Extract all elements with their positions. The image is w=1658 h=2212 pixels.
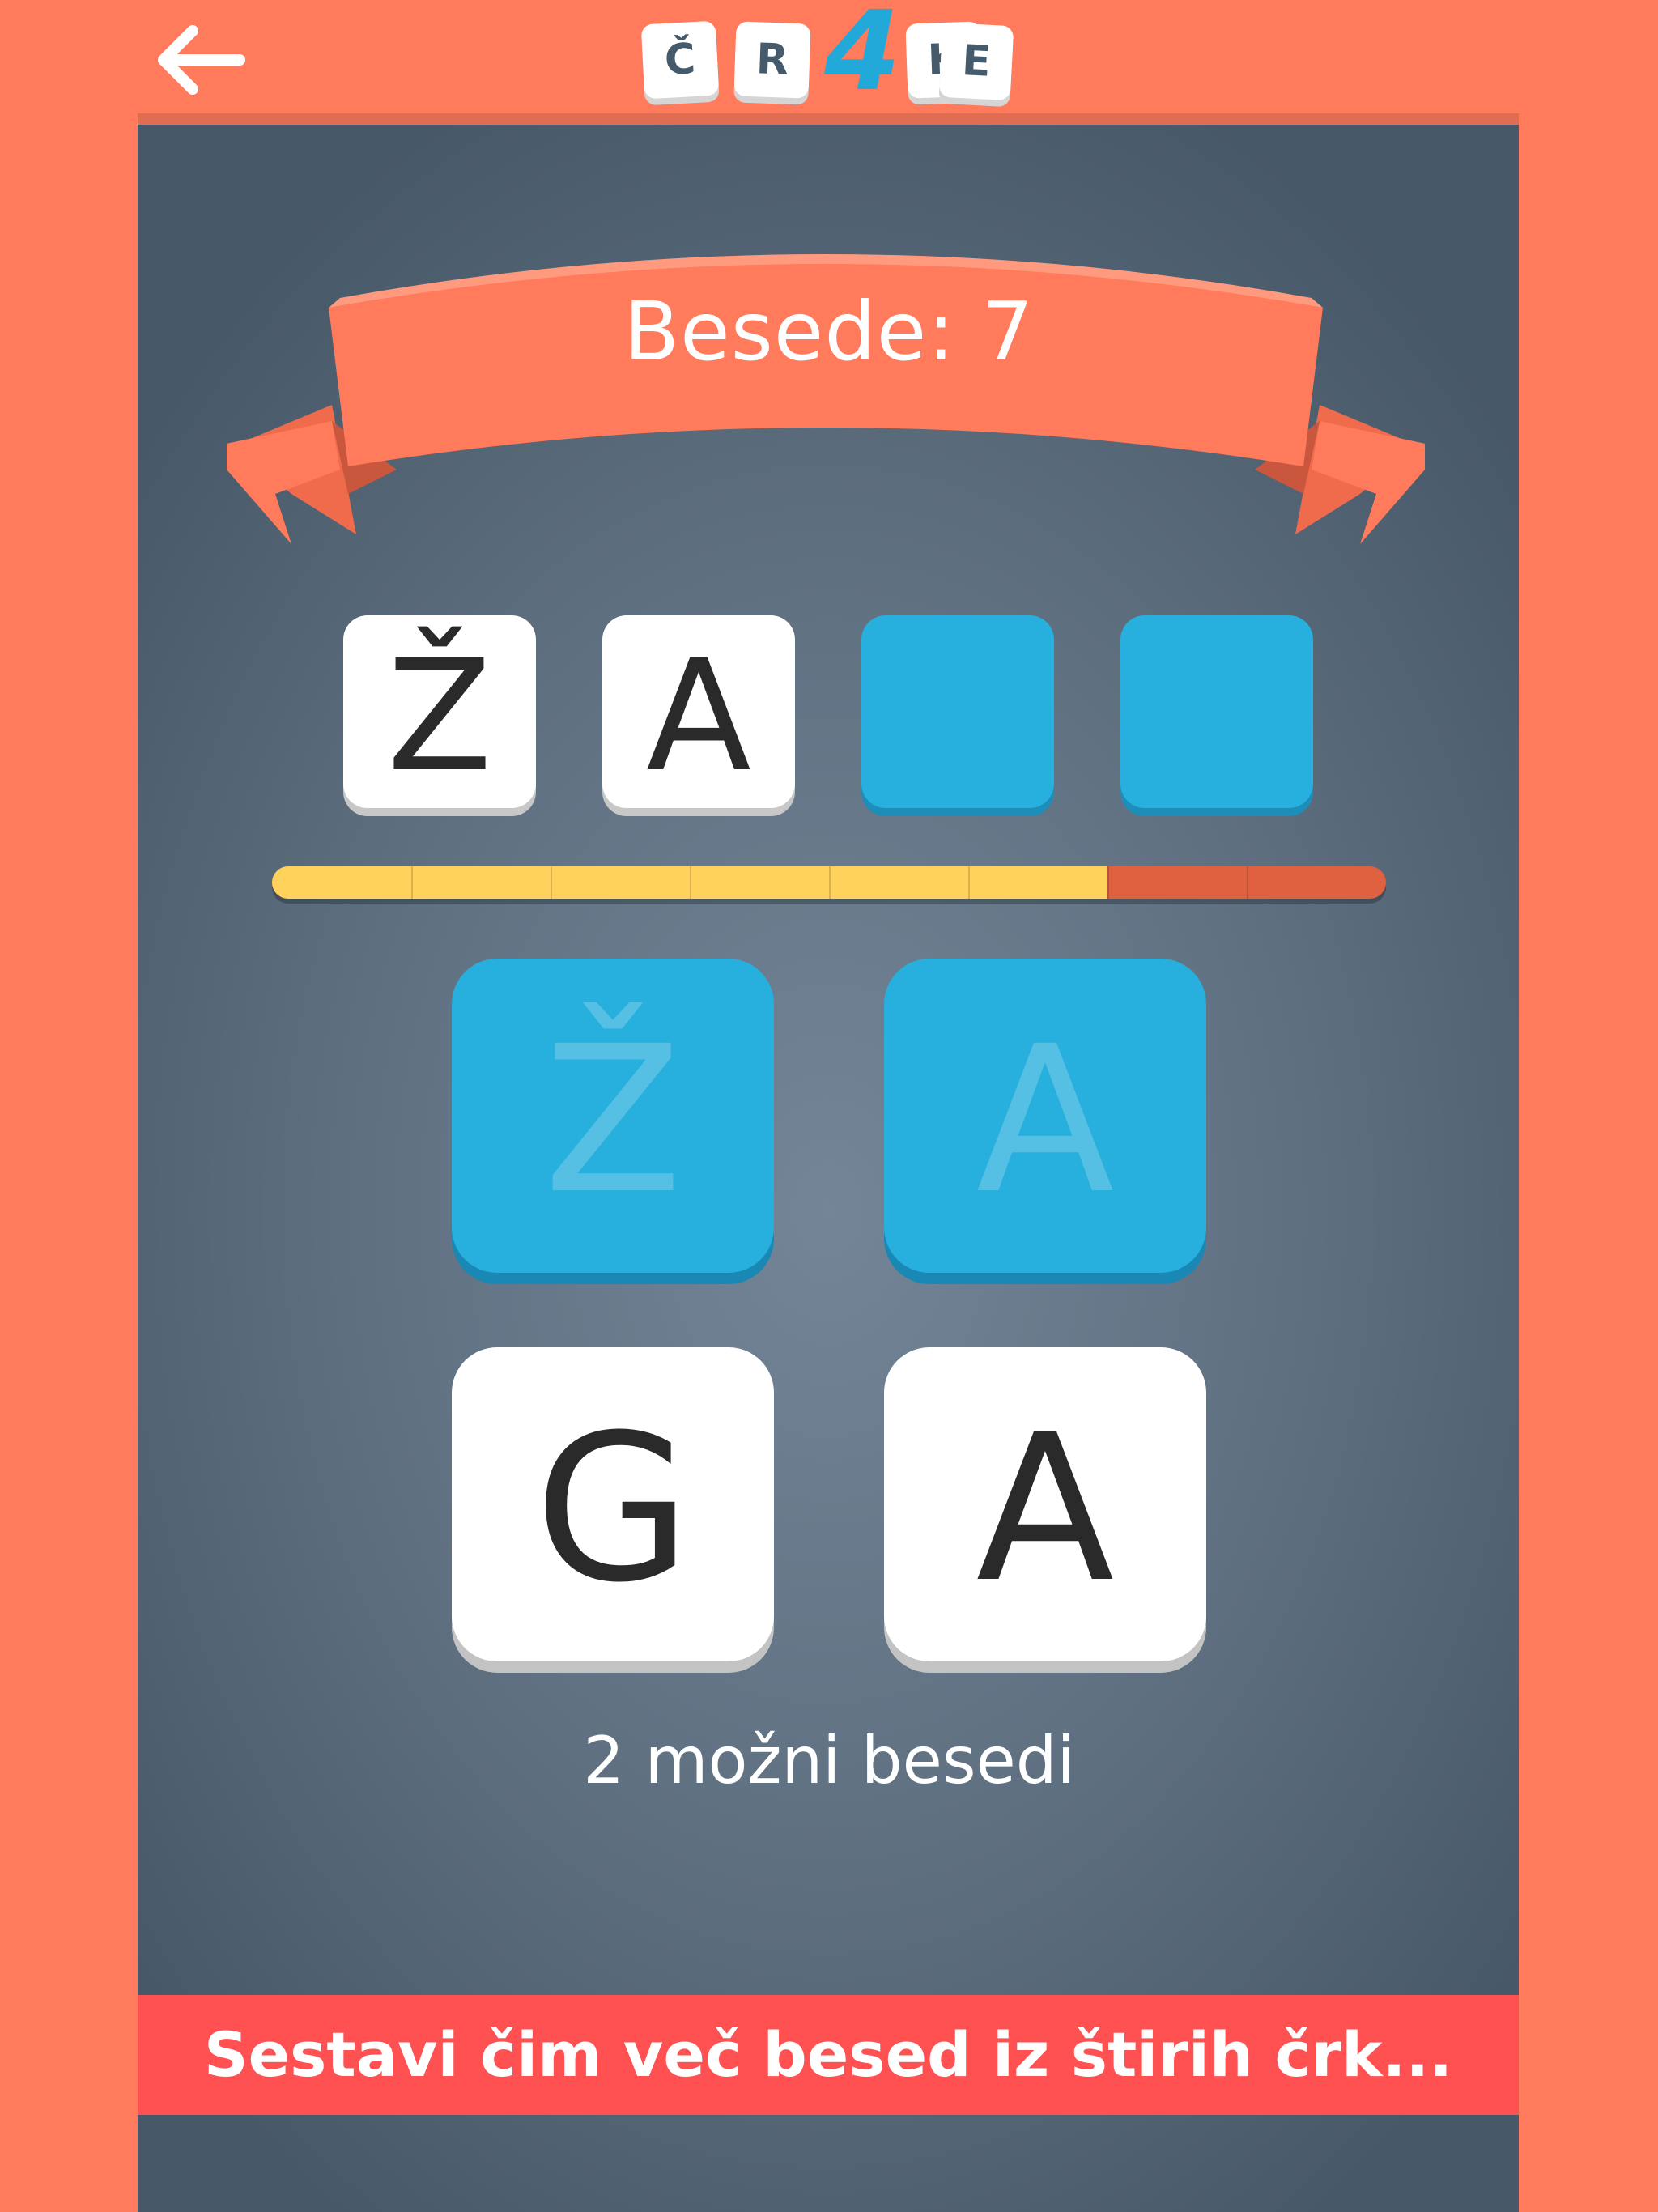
- answer-slot[interactable]: [1120, 615, 1313, 808]
- logo-four: 4: [824, 0, 901, 116]
- progress-segment-divider: [968, 866, 970, 899]
- letter-tile[interactable]: Ž: [452, 959, 774, 1273]
- letter-tile[interactable]: A: [884, 1347, 1206, 1661]
- progress-segment-divider: [1247, 866, 1248, 899]
- instruction-bar: Sestavi čim več besed iz štirih črk...: [138, 1995, 1519, 2115]
- progress-segment-divider: [411, 866, 413, 899]
- header: Č R K E 4: [0, 0, 1658, 113]
- arrow-left-icon: [158, 25, 245, 95]
- letter-tile[interactable]: A: [884, 959, 1206, 1273]
- progress-segment-divider: [1107, 866, 1109, 899]
- progress-bar: [272, 866, 1386, 899]
- logo-tile: R: [733, 21, 811, 99]
- progress-segment-divider: [690, 866, 691, 899]
- back-button[interactable]: [151, 21, 248, 99]
- answer-row: Ž A: [0, 615, 1658, 810]
- words-count-label: Besede: 7: [623, 284, 1035, 379]
- logo-tile: Č: [640, 20, 720, 100]
- progress-segment-divider: [829, 866, 831, 899]
- letter-tile[interactable]: G: [452, 1347, 774, 1661]
- possible-words-hint: 2 možni besedi: [583, 1723, 1075, 1798]
- logo-tile: E: [938, 22, 1014, 101]
- answer-slot[interactable]: A: [602, 615, 795, 808]
- app-logo: Č R K E 4: [640, 0, 1020, 113]
- answer-slot[interactable]: Ž: [343, 615, 536, 808]
- answer-slot[interactable]: [861, 615, 1054, 808]
- progress-segment-divider: [551, 866, 552, 899]
